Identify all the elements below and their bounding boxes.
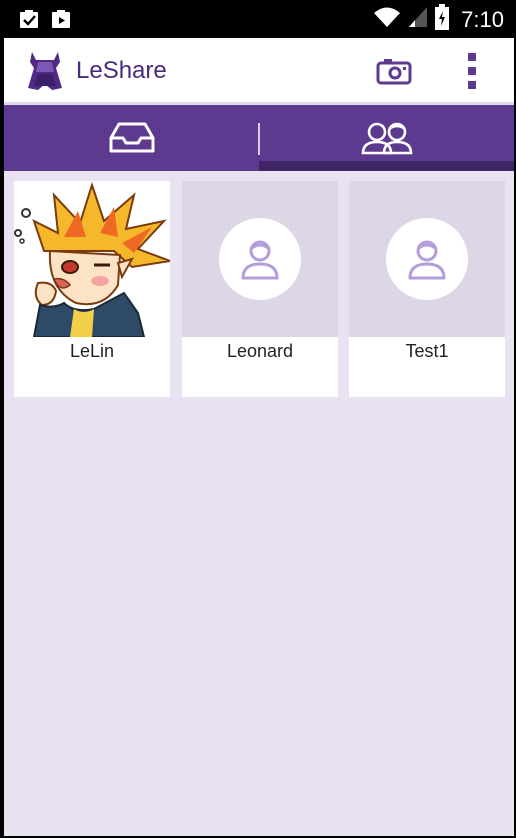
camera-button[interactable] bbox=[374, 54, 414, 88]
contact-name: Leonard bbox=[226, 341, 294, 361]
more-vertical-icon bbox=[468, 53, 476, 89]
clipboard-play-icon bbox=[50, 8, 72, 35]
tab-bar bbox=[4, 105, 514, 171]
battery-icon bbox=[435, 4, 450, 35]
camera-icon bbox=[376, 59, 412, 85]
wifi-icon bbox=[373, 5, 401, 34]
contact-name: LeLin bbox=[69, 341, 115, 361]
app-screen: 7:10 LeShare LeLin Leonard Test1 bbox=[4, 0, 514, 836]
tab-selected-indicator bbox=[259, 161, 514, 171]
overflow-menu-button[interactable] bbox=[460, 51, 484, 91]
contact-card-leonard[interactable]: Leonard bbox=[182, 181, 338, 397]
app-title: LeShare bbox=[76, 57, 167, 84]
avatar bbox=[386, 218, 468, 300]
avatar bbox=[219, 218, 301, 300]
tab-inbox[interactable] bbox=[4, 105, 259, 171]
inbox-icon bbox=[109, 122, 154, 153]
user-icon bbox=[241, 240, 279, 280]
anime-avatar-image bbox=[14, 181, 170, 337]
status-bar: 7:10 bbox=[4, 0, 514, 38]
friends-icon bbox=[361, 122, 412, 155]
status-time: 7:10 bbox=[461, 6, 504, 32]
contact-card-lelin[interactable]: LeLin bbox=[14, 181, 170, 397]
signal-icon bbox=[407, 5, 429, 34]
contact-photo-placeholder bbox=[349, 181, 505, 337]
contact-photo-placeholder bbox=[182, 181, 338, 337]
app-bar: LeShare bbox=[4, 38, 514, 105]
contact-card-test1[interactable]: Test1 bbox=[349, 181, 505, 397]
contact-name: Test1 bbox=[405, 341, 449, 361]
clipboard-check-icon bbox=[18, 8, 40, 35]
contact-photo bbox=[14, 181, 170, 337]
user-icon bbox=[408, 240, 446, 280]
app-logo-icon bbox=[22, 48, 68, 94]
